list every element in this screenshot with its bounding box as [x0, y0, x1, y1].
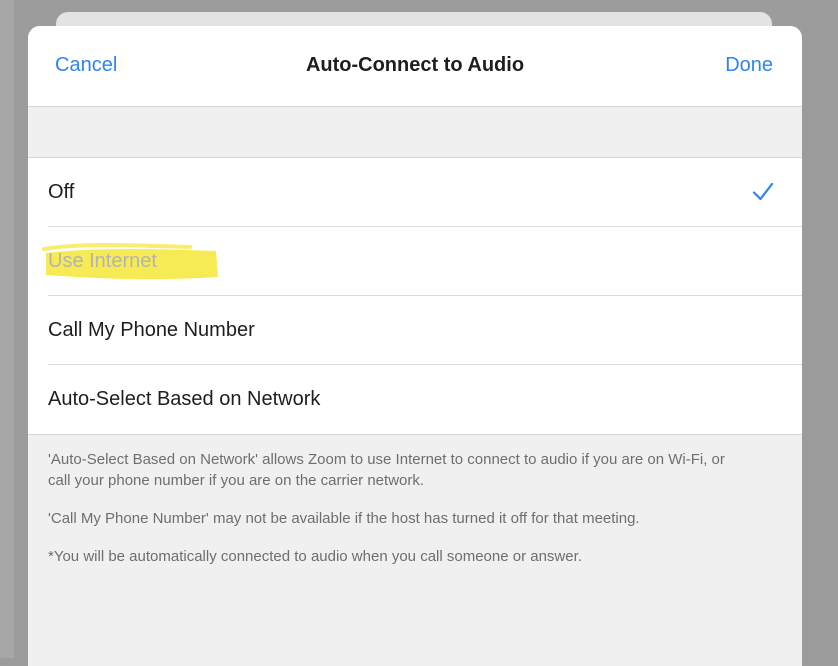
option-call-my-phone-number[interactable]: Call My Phone Number [28, 296, 802, 365]
footer-note: *You will be automatically connected to … [48, 548, 582, 565]
footer-note: 'Auto-Select Based on Network' allows Zo… [48, 451, 725, 489]
audio-options-list: Off Use Internet Call My Phone Number Au… [28, 158, 802, 434]
done-button[interactable]: Done [725, 54, 773, 77]
option-label: Auto-Select Based on Network [48, 388, 321, 410]
option-label: Off [48, 181, 75, 203]
option-use-internet[interactable]: Use Internet [28, 227, 802, 296]
option-off[interactable]: Off [28, 158, 802, 227]
backdrop [0, 0, 14, 658]
navigation-bar: Cancel Auto-Connect to Audio Done [28, 26, 802, 107]
page-title: Auto-Connect to Audio [305, 54, 525, 76]
option-label: Use Internet [48, 250, 157, 272]
section-spacer [28, 107, 802, 158]
checkmark-icon [752, 182, 774, 201]
auto-connect-audio-sheet: Cancel Auto-Connect to Audio Done Off Us… [28, 26, 802, 666]
backdrop-right [802, 0, 838, 658]
option-auto-select-based-on-network[interactable]: Auto-Select Based on Network [28, 365, 802, 434]
footer-note: 'Call My Phone Number' may not be availa… [48, 510, 640, 527]
footer-notes: 'Auto-Select Based on Network' allows Zo… [28, 434, 802, 567]
option-label: Call My Phone Number [48, 319, 255, 341]
